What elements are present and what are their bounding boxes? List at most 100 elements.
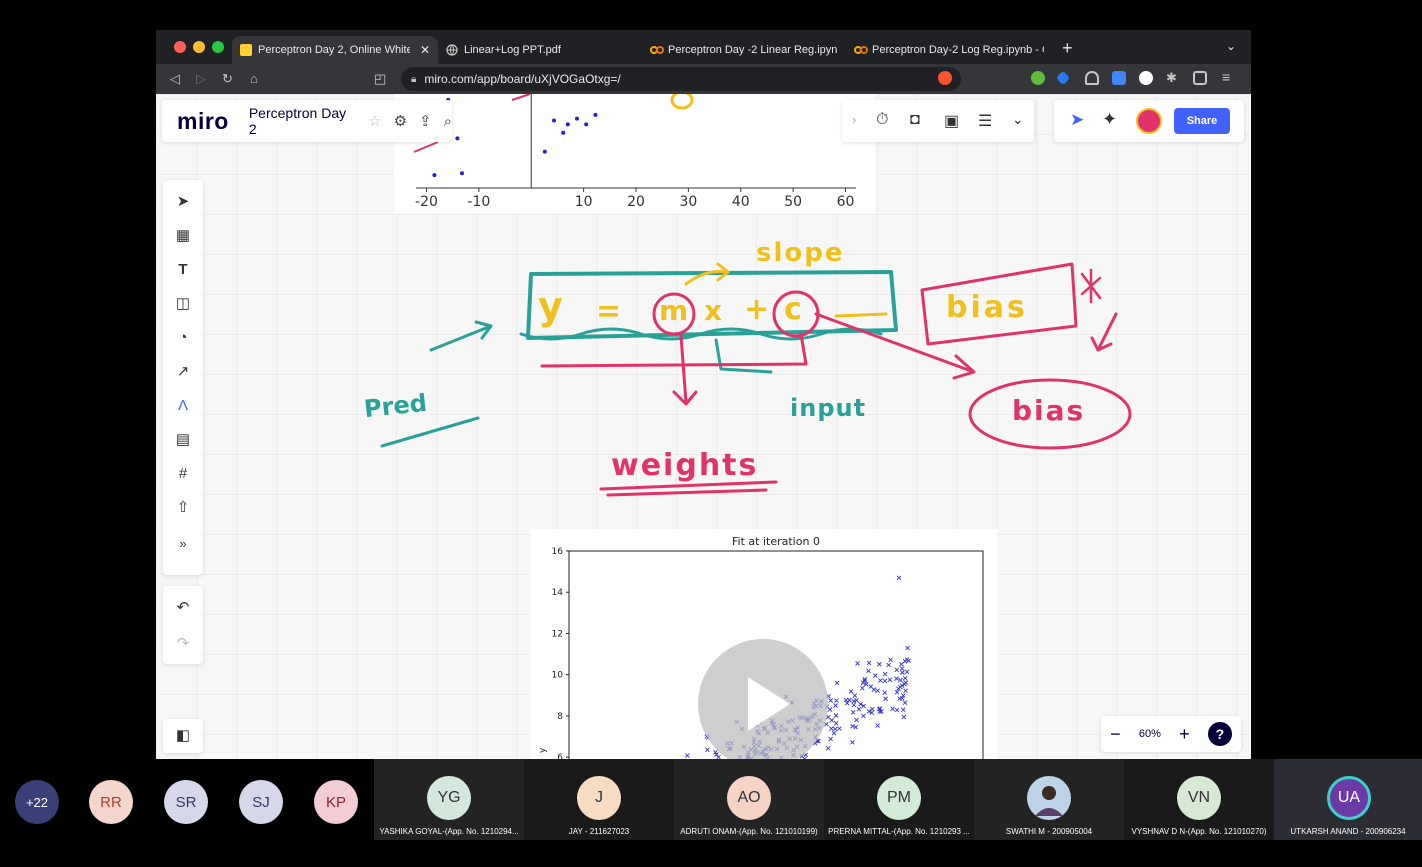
data-point [894, 676, 899, 681]
play-video-button[interactable] [698, 639, 828, 759]
media-icon[interactable] [1193, 71, 1207, 85]
data-point [850, 739, 855, 745]
presentation-icon[interactable]: ▣ [944, 111, 959, 131]
participant-avatar[interactable]: RR [89, 780, 133, 824]
close-tab-icon[interactable]: ✕ [420, 43, 430, 57]
notes-icon[interactable]: ☰ [978, 111, 992, 131]
zoom-level[interactable]: 60% [1139, 728, 1161, 740]
miro-icon [240, 44, 252, 56]
participant-avatar[interactable]: SJ [239, 780, 283, 824]
participant-tile[interactable]: AO ADRUTI ONAM-(App. No. 121010199) [674, 759, 824, 840]
more-tools-icon[interactable]: » [175, 536, 191, 552]
timer-icon[interactable]: ⏱ [876, 111, 888, 129]
share-button[interactable]: Share [1174, 108, 1230, 134]
brave-shield-icon[interactable] [938, 71, 952, 85]
data-point [882, 671, 888, 677]
participant-name: VYSHNAV D N-(App. No. 121010270) [1131, 827, 1267, 836]
extension-plus-icon[interactable] [1139, 71, 1153, 85]
tab-search-chevron-icon[interactable]: ⌄ [1226, 39, 1236, 53]
pink-arrow-weights [672, 334, 698, 406]
templates-icon[interactable]: ▦ [175, 228, 191, 244]
board-header: miro Perceptron Day 2 ☆ ⚙ ⇪ ⌕ [162, 100, 452, 142]
sticky-note-icon[interactable]: ◫ [175, 296, 191, 312]
video-chat-icon[interactable]: ◘ [910, 111, 920, 129]
tab-colab-linear[interactable]: Perceptron Day -2 Linear Reg.ipynb [642, 36, 846, 64]
zoom-out-button[interactable]: − [1110, 724, 1121, 745]
new-tab-button[interactable]: + [1062, 38, 1073, 59]
participant-tile[interactable]: SWATHI M - 200905004 [974, 759, 1124, 840]
tab-pdf[interactable]: Linear+Log PPT.pdf [438, 36, 638, 64]
participant-avatar[interactable]: KP [314, 780, 358, 824]
participant-avatar: PM [877, 776, 921, 820]
yellow-mark-top [670, 94, 694, 110]
extension-diamond-icon[interactable] [1055, 70, 1071, 86]
user-avatar[interactable] [1136, 108, 1162, 134]
data-point [834, 680, 840, 686]
frame-icon[interactable]: # [175, 466, 191, 482]
back-icon[interactable]: ◁ [170, 71, 180, 87]
celebrate-icon[interactable]: ✦ [1102, 109, 1117, 130]
miro-board-canvas[interactable]: -20 -10 10 20 30 40 50 60 y = m x + c sl… [156, 94, 1251, 759]
cursor-follow-icon[interactable]: ➤ [1070, 110, 1084, 130]
forward-icon[interactable]: ▷ [196, 71, 206, 87]
data-point [882, 690, 888, 696]
data-point [837, 726, 842, 731]
help-button[interactable]: ? [1207, 722, 1232, 746]
data-point [900, 707, 906, 713]
participant-tile[interactable]: YG YASHIKA GOYAL-(App. No. 1210294... [374, 759, 524, 840]
data-point [899, 666, 905, 671]
zoom-in-button[interactable]: + [1179, 724, 1190, 745]
board-title[interactable]: Perceptron Day 2 [249, 105, 356, 137]
more-participants-badge[interactable]: +22 [15, 780, 59, 824]
undo-icon[interactable]: ↶ [175, 600, 191, 616]
search-icon[interactable]: ⌕ [444, 113, 452, 130]
zoom-controls: − 60% + ? [1101, 716, 1241, 752]
y-axis-label: y [538, 747, 548, 753]
data-point [894, 689, 900, 695]
more-chevron-icon[interactable]: ⌄ [1012, 111, 1024, 128]
frames-panel-toggle[interactable]: ◧ [163, 719, 203, 753]
data-point [902, 675, 908, 681]
participant-tile[interactable]: VN VYSHNAV D N-(App. No. 121010270) [1124, 759, 1274, 840]
minimize-window-button[interactable] [193, 41, 205, 53]
browser-menu-icon[interactable]: ≡ [1222, 69, 1236, 85]
data-point [878, 678, 883, 683]
text-icon[interactable]: T [175, 262, 191, 278]
bookmark-icon[interactable]: ◰ [374, 71, 386, 87]
url-field[interactable]: 🔒︎ miro.com/app/board/uXjVOGaOtxg=/ [401, 67, 961, 91]
reload-icon[interactable]: ↻ [222, 71, 233, 87]
data-point [854, 717, 859, 723]
home-icon[interactable]: ⌂ [250, 71, 258, 86]
shapes-icon[interactable]: ◔ [175, 330, 191, 346]
underline-teal-pred [380, 416, 480, 448]
miro-logo[interactable]: miro [177, 108, 229, 135]
settings-gear-icon[interactable]: ⚙ [394, 112, 407, 130]
tab-miro-board[interactable]: Perceptron Day 2, Online White ✕ [232, 36, 438, 64]
extensions-puzzle-icon[interactable]: ✱ [1166, 70, 1180, 85]
participant-tile[interactable]: J JAY - 211627023 [524, 759, 674, 840]
extension-green-icon[interactable] [1031, 71, 1045, 85]
star-icon[interactable]: ☆ [368, 112, 381, 130]
arrow-teal-left [429, 320, 493, 352]
participant-avatar[interactable]: SR [164, 780, 208, 824]
redo-icon[interactable]: ↷ [175, 636, 191, 652]
data-point [852, 693, 858, 698]
participant-tile-active[interactable]: UA UTKARSH ANAND - 200906234 [1274, 759, 1422, 840]
notification-bell-icon[interactable] [1085, 71, 1099, 85]
annotation-y: y [538, 284, 563, 328]
comment-icon[interactable]: ▤ [175, 432, 191, 448]
tab-colab-log[interactable]: Perceptron Day-2 Log Reg.ipynb - C [846, 36, 1052, 64]
data-point [898, 677, 903, 683]
upload-icon[interactable]: ⇧ [175, 500, 191, 516]
maximize-window-button[interactable] [212, 41, 224, 53]
select-icon[interactable]: ➤ [175, 194, 191, 210]
pen-icon[interactable]: Λ [175, 398, 191, 414]
translate-icon[interactable] [1112, 71, 1126, 85]
sidebar-toggle-icon[interactable]: ◧ [175, 728, 191, 744]
annotation-x: x [704, 294, 723, 327]
collapse-chevron-icon[interactable]: › [852, 112, 856, 127]
close-window-button[interactable] [174, 41, 186, 53]
connection-line-icon[interactable]: ↗ [175, 364, 191, 380]
participant-tile[interactable]: PM PRERNA MITTAL-(App. No. 1210293 ... [824, 759, 974, 840]
export-upload-icon[interactable]: ⇪ [419, 112, 432, 130]
